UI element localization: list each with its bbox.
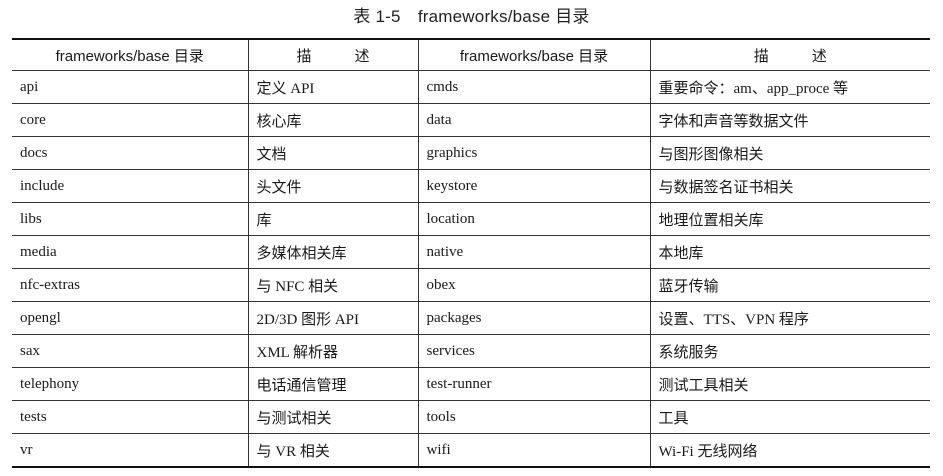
table-row: api 定义 API cmds 重要命令：am、app_proce 等 bbox=[12, 70, 930, 104]
cell-description-right: 系统服务 bbox=[649, 334, 930, 368]
cell-description-right: 本地库 bbox=[649, 235, 930, 269]
cell-directory-right: obex bbox=[417, 268, 651, 302]
cell-directory-right: data bbox=[417, 103, 651, 137]
table-row: tests 与测试相关 tools 工具 bbox=[12, 400, 930, 434]
cell-description-left: 与测试相关 bbox=[247, 400, 419, 434]
cell-directory-right: services bbox=[417, 334, 651, 368]
cell-description-left: 核心库 bbox=[247, 103, 419, 137]
cell-description-left: 与 VR 相关 bbox=[247, 433, 419, 468]
cell-description-right: 与数据签名证书相关 bbox=[649, 169, 930, 203]
cell-directory-right: graphics bbox=[417, 136, 651, 170]
cell-description-right: 蓝牙传输 bbox=[649, 268, 930, 302]
cell-directory-right: location bbox=[417, 202, 651, 236]
cell-description-right: 字体和声音等数据文件 bbox=[649, 103, 930, 137]
table-row: sax XML 解析器 services 系统服务 bbox=[12, 334, 930, 368]
cell-directory-right: wifi bbox=[417, 433, 651, 468]
cell-directory-left: media bbox=[12, 235, 249, 269]
header-description-right: 描 述 bbox=[649, 38, 930, 71]
cell-description-left: 库 bbox=[247, 202, 419, 236]
cell-description-right: Wi-Fi 无线网络 bbox=[649, 433, 930, 468]
table-caption: 表 1-5 frameworks/base 目录 bbox=[353, 7, 590, 26]
cell-directory-left: opengl bbox=[12, 301, 249, 335]
cell-directory-right: keystore bbox=[417, 169, 651, 203]
cell-description-left: 电话通信管理 bbox=[247, 367, 419, 401]
cell-description-right: 与图形图像相关 bbox=[649, 136, 930, 170]
header-directory-left: frameworks/base 目录 bbox=[12, 38, 249, 71]
cell-description-left: XML 解析器 bbox=[247, 334, 419, 368]
header-description-left: 描 述 bbox=[247, 38, 419, 71]
cell-directory-left: docs bbox=[12, 136, 249, 170]
cell-directory-left: core bbox=[12, 103, 249, 137]
table-row: vr 与 VR 相关 wifi Wi-Fi 无线网络 bbox=[12, 433, 930, 468]
header-row: frameworks/base 目录 描 述 frameworks/base 目… bbox=[12, 38, 930, 71]
cell-directory-left: vr bbox=[12, 433, 249, 468]
cell-description-left: 2D/3D 图形 API bbox=[247, 301, 419, 335]
table-row: include 头文件 keystore 与数据签名证书相关 bbox=[12, 169, 930, 203]
table-row: core 核心库 data 字体和声音等数据文件 bbox=[12, 103, 930, 137]
cell-directory-left: api bbox=[12, 70, 249, 104]
cell-directory-left: sax bbox=[12, 334, 249, 368]
cell-description-right: 地理位置相关库 bbox=[649, 202, 930, 236]
cell-description-right: 重要命令：am、app_proce 等 bbox=[649, 70, 930, 104]
header-directory-right: frameworks/base 目录 bbox=[417, 38, 651, 71]
table-row: opengl 2D/3D 图形 API packages 设置、TTS、VPN 程序 bbox=[12, 301, 930, 335]
table-row: telephony 电话通信管理 test-runner 测试工具相关 bbox=[12, 367, 930, 401]
table-row: media 多媒体相关库 native 本地库 bbox=[12, 235, 930, 269]
cell-directory-right: native bbox=[417, 235, 651, 269]
cell-description-right: 设置、TTS、VPN 程序 bbox=[649, 301, 930, 335]
cell-directory-left: include bbox=[12, 169, 249, 203]
table-row: nfc-extras 与 NFC 相关 obex 蓝牙传输 bbox=[12, 268, 930, 302]
cell-description-left: 文档 bbox=[247, 136, 419, 170]
cell-directory-right: packages bbox=[417, 301, 651, 335]
cell-directory-left: tests bbox=[12, 400, 249, 434]
table-row: docs 文档 graphics 与图形图像相关 bbox=[12, 136, 930, 170]
cell-directory-right: tools bbox=[417, 400, 651, 434]
cell-directory-left: telephony bbox=[12, 367, 249, 401]
table-body: api 定义 API cmds 重要命令：am、app_proce 等 core 核心库 d… bbox=[12, 70, 930, 468]
cell-description-right: 工具 bbox=[649, 400, 930, 434]
cell-description-right: 测试工具相关 bbox=[649, 367, 930, 401]
cell-description-left: 与 NFC 相关 bbox=[247, 268, 419, 302]
frameworks-base-table: frameworks/base 目录 描 述 frameworks/base 目… bbox=[12, 38, 930, 468]
cell-directory-right: test-runner bbox=[417, 367, 651, 401]
table-row: libs 库 location 地理位置相关库 bbox=[12, 202, 930, 236]
cell-description-left: 头文件 bbox=[247, 169, 419, 203]
cell-directory-left: nfc-extras bbox=[12, 268, 249, 302]
cell-description-left: 定义 API bbox=[247, 70, 419, 104]
cell-directory-right: cmds bbox=[417, 70, 651, 104]
cell-directory-left: libs bbox=[12, 202, 249, 236]
cell-description-left: 多媒体相关库 bbox=[247, 235, 419, 269]
